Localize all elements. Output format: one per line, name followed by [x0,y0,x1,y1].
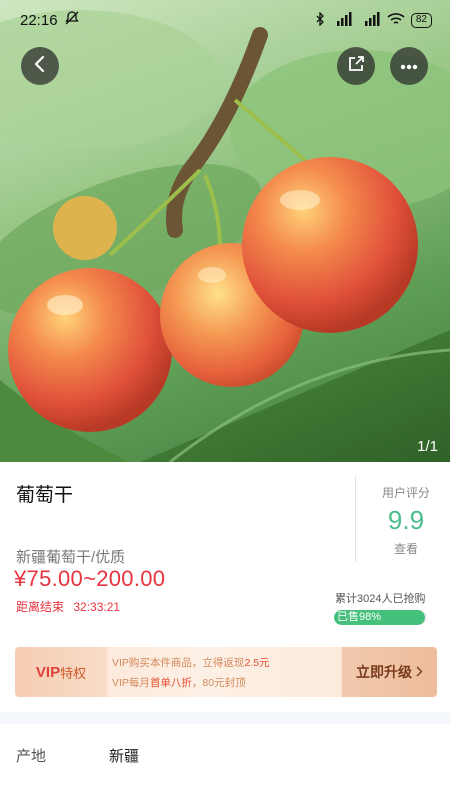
section-divider [0,712,450,724]
wifi-icon [387,12,405,29]
mute-icon [64,10,80,31]
vip-tag-en: VIP [35,663,61,681]
back-button[interactable] [21,47,59,85]
sale-countdown: 距离结束 32:33:21 [16,598,120,615]
vip-upgrade-button[interactable]: 立即升级 [342,647,437,697]
vip-banner[interactable]: VIP 特权 VIP购买本件商品，立得返现2.5元 VIP每月首单八折，80元封… [15,647,437,697]
share-icon [347,55,365,78]
share-button[interactable] [337,47,375,85]
signal-hd-icon [331,11,353,29]
status-time: 22:16 [20,11,58,29]
product-price: ¥75.00~200.00 [14,566,166,591]
spec-value: 新疆 [109,748,140,765]
vip-benefit-discount: VIP每月首单八折，80元封顶 [112,675,246,690]
countdown-label: 距离结束 [16,600,65,614]
rating-score: 9.9 [387,505,425,535]
more-dots-icon [400,57,418,75]
spec-row-origin: 产地 新疆 [0,724,450,784]
status-bar: 22:16 82 [0,0,450,40]
bluetooth-icon [315,10,325,29]
vip-line1-highlight: 2.5元 [244,657,270,669]
rating-label: 用户评分 [381,486,430,500]
rating-view-link[interactable]: 查看 [362,540,450,557]
vip-line1-text: VIP购买本件商品，立得返现 [112,657,245,669]
spec-key: 产地 [16,748,47,765]
vip-line2-highlight: 首单八折 [149,677,192,689]
sales-progress-bar: 已售98% [334,610,427,625]
chevron-left-icon [33,55,47,78]
vip-tag: VIP 特权 [15,647,107,697]
vip-benefit-cashback: VIP购买本件商品，立得返现2.5元 [112,655,270,670]
vip-line2-suffix: ，80元封顶 [191,677,246,689]
chevron-right-icon [416,664,423,680]
status-right: 82 [315,10,432,29]
rating-divider [355,476,356,562]
status-left: 22:16 [20,10,80,31]
product-subtitle: 新疆葡萄干/优质 [16,549,126,566]
vip-line2-text: VIP每月 [112,677,150,689]
sales-progress-label: 已售98% [337,611,382,623]
user-rating[interactable]: 用户评分 9.9 查看 [362,484,450,557]
countdown-time: 32:33:21 [73,600,121,614]
vip-tag-cn: 特权 [60,665,87,681]
signal-hd-icon-2 [359,11,381,29]
product-name: 葡萄干 [16,485,74,506]
battery-indicator: 82 [410,12,432,28]
more-options-button[interactable] [390,47,428,85]
gallery-page-indicator: 1/1 [417,438,438,455]
sold-count-text: 累计3024人已抢购 [335,593,426,605]
vip-upgrade-label: 立即升级 [356,664,412,680]
cherries-photo [0,10,450,462]
product-image-gallery[interactable] [0,0,450,462]
